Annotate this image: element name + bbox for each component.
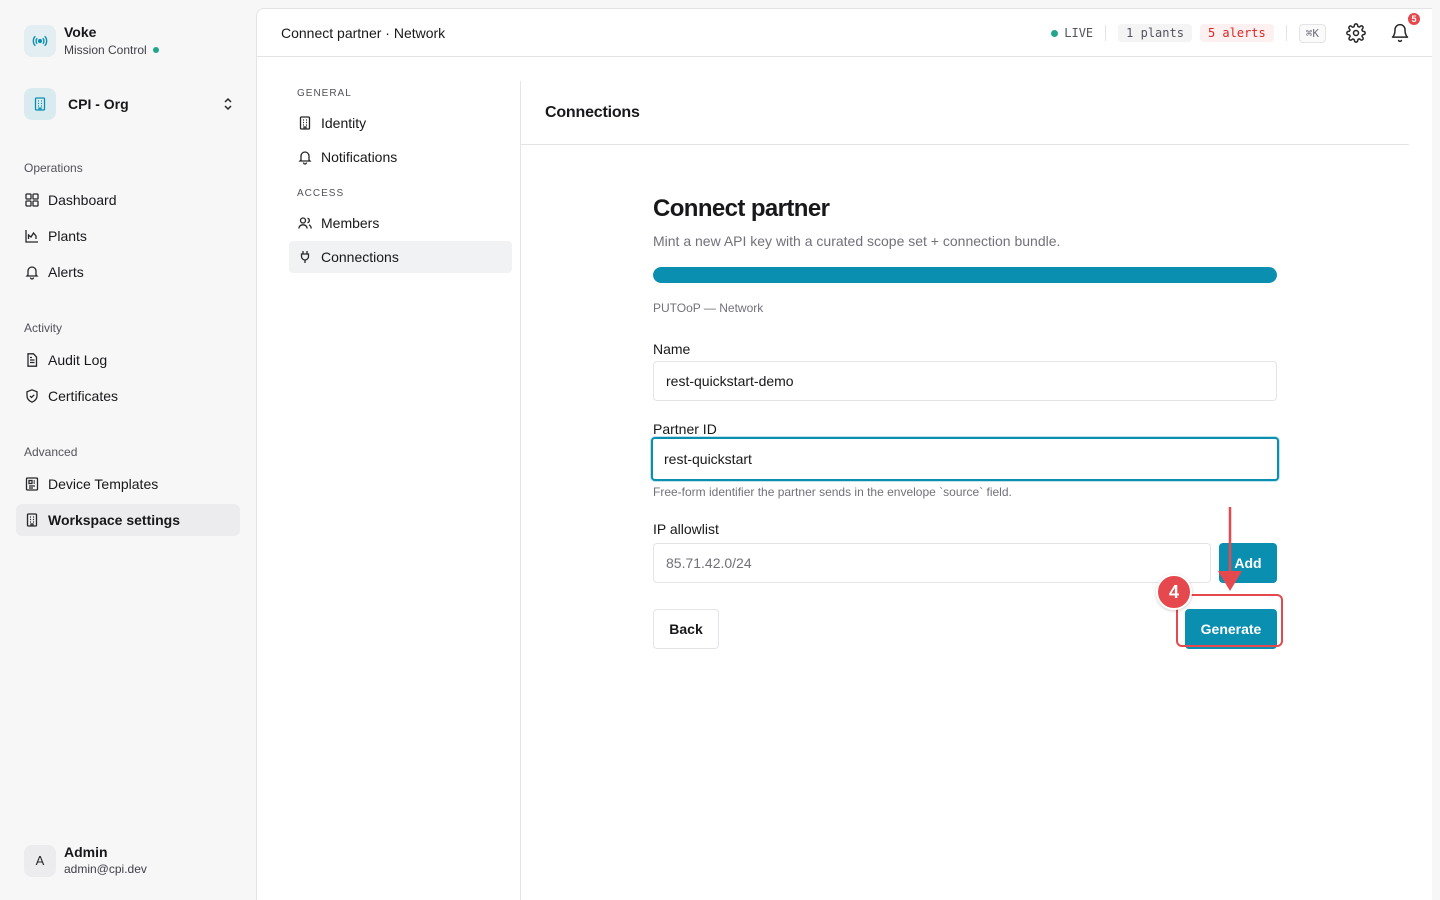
settings-item-label: Connections (321, 249, 399, 265)
sidebar-item-certificates[interactable]: Certificates (16, 380, 240, 412)
sidebar: Voke Mission Control CPI - Org Operation… (0, 0, 256, 900)
partner-id-input[interactable]: rest-quickstart (651, 437, 1279, 481)
name-input[interactable]: rest-quickstart-demo (653, 361, 1277, 401)
ip-allowlist-input[interactable]: 85.71.42.0/24 (653, 543, 1211, 583)
brand-subtitle: Mission Control (64, 43, 147, 57)
sidebar-item-audit-log[interactable]: Audit Log (16, 344, 240, 376)
page-title: Connections (545, 103, 640, 121)
command-shortcut[interactable]: ⌘K (1298, 23, 1326, 43)
sidebar-item-label: Dashboard (48, 192, 117, 208)
settings-nav-section-title: ACCESS (297, 188, 345, 199)
plug-icon (297, 249, 313, 265)
sidebar-item-label: Plants (48, 228, 87, 244)
template-icon (24, 476, 40, 492)
users-icon (297, 215, 313, 231)
back-button[interactable]: Back (653, 609, 719, 649)
progress-fill (653, 267, 1277, 283)
shield-icon (24, 388, 40, 404)
notifications-button[interactable]: 5 (1388, 11, 1422, 45)
sidebar-item-alerts[interactable]: Alerts (16, 256, 240, 288)
progress-bar (653, 267, 1277, 283)
status-dot (152, 47, 159, 53)
ip-allowlist-label: IP allowlist (653, 521, 719, 537)
document-icon (24, 352, 40, 368)
alerts-badge[interactable]: 5 alerts (1199, 24, 1274, 42)
divider (520, 81, 521, 900)
settings-item-notifications[interactable]: Notifications (289, 141, 512, 173)
form-title: Connect partner (653, 195, 830, 222)
settings-button[interactable] (1344, 21, 1368, 45)
bell-icon (24, 264, 40, 280)
live-indicator: LIVE (1051, 26, 1093, 40)
sidebar-item-label: Workspace settings (48, 512, 181, 528)
sidebar-item-workspace-settings[interactable]: Workspace settings (16, 504, 240, 536)
building-icon (24, 512, 40, 528)
annotation-highlight (1176, 594, 1283, 647)
annotation-arrow-icon (1218, 507, 1242, 591)
partner-id-label: Partner ID (653, 421, 717, 437)
divider (1105, 25, 1107, 41)
breadcrumb: Connect partner · Network (281, 24, 446, 41)
avatar: A (24, 844, 56, 877)
partner-id-hint: Free-form identifier the partner sends i… (653, 485, 1012, 499)
brand[interactable]: Voke Mission Control (24, 24, 159, 58)
sidebar-item-device-templates[interactable]: Device Templates (16, 468, 240, 500)
chevron-updown-icon (224, 97, 232, 111)
live-label: LIVE (1064, 26, 1094, 40)
nav-section-title: Activity (24, 321, 63, 335)
user-name: Admin (64, 844, 108, 860)
gear-icon (1346, 23, 1366, 43)
step-caption: PUTOoP — Network (653, 301, 764, 315)
plants-badge[interactable]: 1 plants (1118, 24, 1192, 42)
settings-item-label: Notifications (321, 149, 398, 165)
ip-allowlist-field: IP allowlist 85.71.42.0/24 Add (653, 521, 1277, 583)
sidebar-item-label: Device Templates (48, 476, 159, 492)
settings-nav-section-title: GENERAL (297, 88, 352, 99)
settings-nav: GENERAL Identity Notifications ACCESS Me… (289, 81, 512, 275)
building-icon (297, 115, 313, 131)
sidebar-item-label: Alerts (48, 264, 84, 280)
notification-count: 5 (1406, 11, 1422, 27)
chart-icon (24, 228, 40, 244)
sidebar-item-plants[interactable]: Plants (16, 220, 240, 252)
org-switcher[interactable]: CPI - Org (24, 88, 236, 120)
annotation-step-badge: 4 (1156, 574, 1192, 610)
user-email: admin@cpi.dev (64, 862, 147, 876)
dashboard-icon (24, 192, 40, 208)
divider (1285, 25, 1287, 41)
main-panel: Connect partner · Network LIVE 1 plants … (256, 8, 1432, 900)
settings-item-label: Members (321, 215, 380, 231)
settings-item-connections[interactable]: Connections (289, 241, 512, 273)
sidebar-item-label: Audit Log (48, 352, 108, 368)
name-field: Name rest-quickstart-demo (653, 341, 1277, 401)
broadcast-icon (24, 25, 56, 57)
org-name: CPI - Org (68, 96, 129, 112)
live-dot (1051, 29, 1059, 37)
building-icon (24, 88, 56, 120)
bell-icon (297, 149, 313, 165)
user-menu[interactable]: A Admin admin@cpi.dev (24, 844, 147, 877)
form-subtitle: Mint a new API key with a curated scope … (653, 233, 1061, 249)
settings-item-label: Identity (321, 115, 367, 131)
partner-id-field: Partner ID rest-quickstart Free-form ide… (651, 421, 1279, 499)
nav-section-operations: Operations Dashboard Plants Alerts (16, 160, 240, 292)
brand-name: Voke (64, 24, 97, 40)
nav-section-activity: Activity Audit Log Certificates (16, 320, 240, 416)
nav-section-title: Advanced (24, 445, 78, 459)
sidebar-item-dashboard[interactable]: Dashboard (16, 184, 240, 216)
nav-section-advanced: Advanced Device Templates Workspace sett… (16, 444, 240, 540)
bell-icon (1391, 23, 1409, 43)
nav-section-title: Operations (24, 161, 83, 175)
content-header: Connections (521, 81, 1409, 145)
connect-partner-form: Connect partner Mint a new API key with … (651, 195, 1279, 649)
topbar: Connect partner · Network LIVE 1 plants … (257, 9, 1432, 57)
settings-item-identity[interactable]: Identity (289, 107, 512, 139)
sidebar-item-label: Certificates (48, 388, 119, 404)
name-label: Name (653, 341, 691, 357)
settings-item-members[interactable]: Members (289, 207, 512, 239)
